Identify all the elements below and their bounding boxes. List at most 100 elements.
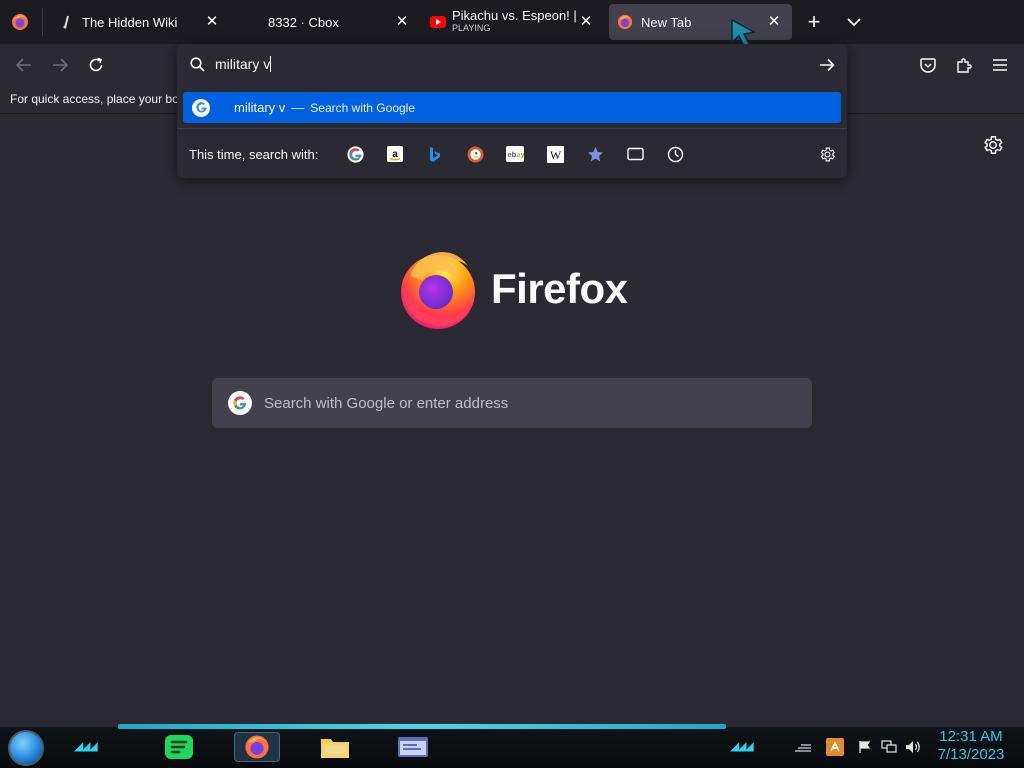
start-button[interactable] (8, 730, 44, 766)
forward-button[interactable] (44, 49, 76, 81)
reload-icon (89, 57, 103, 72)
ebay-icon: ebay (506, 146, 524, 162)
tab-cbox[interactable]: 8332 · Cbox ✕ (230, 4, 420, 40)
arrow-right-icon (53, 58, 68, 72)
one-off-label: This time, search with: (189, 147, 319, 162)
duckduckgo-icon (467, 146, 483, 162)
bookmarks-icon (587, 146, 603, 161)
history-search-button[interactable] (665, 144, 685, 164)
search-placeholder: Search with Google or enter address (264, 394, 509, 412)
taskbar-glow-strip (118, 724, 726, 729)
urlbar[interactable]: military v (177, 44, 847, 84)
one-off-search-bar: This time, search with: a ebay W (177, 128, 847, 178)
tab-title: Pikachu vs. Espeon! | Pok (452, 9, 580, 23)
bookmarks-hint-text: For quick access, place your boo (10, 92, 186, 106)
bing-engine-button[interactable] (425, 144, 445, 164)
tab-text: Pikachu vs. Espeon! | Pok PLAYING (452, 9, 580, 35)
search-suggestion-row[interactable]: military v — Search with Google (183, 92, 841, 123)
tab-youtube[interactable]: Pikachu vs. Espeon! | Pok PLAYING ✕ (420, 4, 606, 40)
close-tab-icon[interactable]: ✕ (766, 14, 782, 30)
urlbar-typed-text: military v (215, 56, 271, 72)
blank-favicon (244, 14, 260, 30)
taskbar-firefox[interactable] (234, 732, 280, 762)
gear-icon (984, 136, 1003, 154)
newtab-settings-button[interactable] (982, 134, 1004, 156)
suggestion-separator: — (291, 100, 305, 115)
spotify-icon (165, 735, 193, 759)
svg-text:a: a (392, 149, 398, 160)
wikipedia-engine-button[interactable]: W (545, 144, 565, 164)
tab-title: 8332 · Cbox (268, 14, 339, 30)
google-engine-button[interactable] (345, 144, 365, 164)
bing-icon (430, 146, 440, 162)
firefox-icon (12, 14, 28, 30)
network-icon[interactable] (880, 738, 898, 756)
urlbar-input[interactable]: military v (215, 56, 272, 72)
volume-icon[interactable] (904, 738, 922, 756)
taskbar-file-explorer[interactable] (312, 732, 358, 762)
hidden-wiki-icon (58, 14, 74, 30)
reload-button[interactable] (80, 49, 112, 81)
app-window-icon (398, 737, 428, 757)
youtube-icon (430, 14, 446, 30)
google-icon (346, 145, 364, 163)
history-icon (667, 146, 683, 162)
puzzle-icon (957, 58, 972, 73)
tab-new-tab[interactable]: New Tab ✕ (609, 4, 792, 40)
google-icon (192, 98, 210, 117)
tab-title: The Hidden Wiki (82, 14, 178, 30)
clock-time: 12:31 AM (939, 728, 1003, 745)
chevron-down-icon (847, 17, 861, 26)
chevron-decoration-icon: ◢◢◢ (730, 739, 754, 753)
file-explorer-icon (321, 739, 349, 758)
svg-text:ebay: ebay (508, 150, 525, 159)
duckduckgo-engine-button[interactable] (465, 144, 485, 164)
tray-app-icon[interactable] (826, 738, 844, 756)
newtab-search-input[interactable]: Search with Google or enter address (212, 378, 812, 428)
tab-hidden-wiki[interactable]: The Hidden Wiki ✕ (44, 4, 230, 40)
ebay-engine-button[interactable]: ebay (505, 144, 525, 164)
urlbar-dropdown: military v military v — Search with Goog… (177, 44, 847, 178)
amazon-engine-button[interactable]: a (385, 144, 405, 164)
show-hidden-icons-icon[interactable] (794, 738, 812, 756)
svg-text:W: W (549, 148, 561, 162)
chevron-decoration-icon: ◢◢◢ (74, 739, 98, 753)
new-tab-button[interactable]: + (798, 6, 830, 38)
close-tab-icon[interactable]: ✕ (578, 14, 594, 30)
tab-bar: The Hidden Wiki ✕ 8332 · Cbox ✕ Pikachu … (0, 0, 1024, 44)
bookmarks-search-button[interactable] (585, 144, 605, 164)
pocket-button[interactable] (912, 49, 944, 81)
go-arrow-icon[interactable] (819, 58, 835, 72)
clock-date: 7/13/2023 (937, 746, 1005, 763)
back-button[interactable] (8, 49, 40, 81)
gear-icon (820, 147, 835, 161)
search-icon (190, 57, 205, 72)
suggestion-action-text: Search with Google (310, 100, 416, 115)
app-menu-button[interactable] (984, 49, 1016, 81)
suggestion-text: military v (234, 100, 286, 115)
pocket-icon (920, 57, 936, 73)
taskbar-spotify[interactable] (156, 732, 202, 762)
flag-icon[interactable] (856, 738, 874, 756)
tab-separator (42, 8, 43, 36)
firefox-icon (617, 14, 633, 30)
wikipedia-icon: W (546, 145, 564, 163)
google-icon (228, 391, 252, 415)
tabs-search-button[interactable] (625, 144, 645, 164)
list-all-tabs-button[interactable] (838, 6, 870, 38)
search-settings-button[interactable] (817, 144, 837, 164)
tab-title: New Tab (641, 14, 692, 30)
close-tab-icon[interactable]: ✕ (394, 14, 410, 30)
close-tab-icon[interactable]: ✕ (204, 14, 220, 30)
extensions-button[interactable] (948, 49, 980, 81)
hamburger-menu-icon (993, 59, 1007, 71)
plus-icon: + (807, 9, 821, 34)
amazon-icon: a (387, 146, 403, 162)
firefox-view-button[interactable] (4, 6, 36, 38)
taskbar-app-window[interactable] (390, 732, 436, 762)
firefox-wordmark: Firefox (491, 265, 628, 312)
tab-playing-label: PLAYING (452, 23, 491, 33)
system-clock[interactable]: 12:31 AM 7/13/2023 (932, 728, 1010, 764)
firefox-icon (245, 735, 269, 759)
firefox-logo-icon (401, 252, 475, 329)
